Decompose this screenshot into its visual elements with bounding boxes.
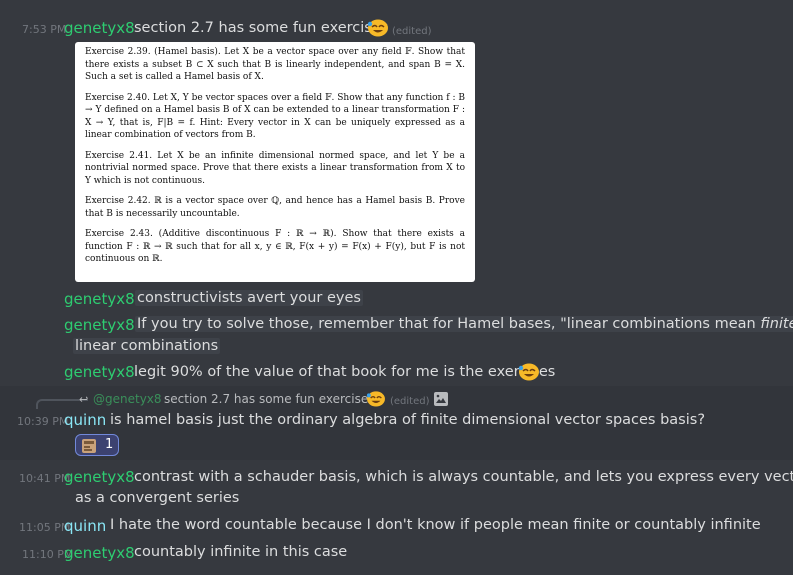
exercise-2-39: Exercise 2.39. (Hamel basis). Let X be a… xyxy=(85,47,465,82)
timestamp: 10:41 PM xyxy=(19,472,71,485)
image-icon xyxy=(433,391,449,411)
laughing-emoji-icon xyxy=(367,18,389,37)
message-text: constructivists avert your eyes xyxy=(135,290,363,306)
author-name[interactable]: genetyx8 xyxy=(64,363,135,381)
laughing-emoji-icon xyxy=(518,362,540,381)
exercise-2-43: Exercise 2.43. (Additive discontinuous F… xyxy=(85,229,465,264)
exercise-image-attachment[interactable]: Exercise 2.39. (Hamel basis). Let X be a… xyxy=(75,42,475,282)
author-name[interactable]: genetyx8 xyxy=(64,316,135,334)
timestamp: 10:39 PM xyxy=(17,415,69,428)
exercise-2-42: Exercise 2.42. ℝ is a vector space over … xyxy=(85,196,465,219)
reaction-button[interactable]: 1 xyxy=(75,434,119,456)
author-name[interactable]: genetyx8 xyxy=(64,468,135,486)
timestamp: 11:05 PM xyxy=(19,521,71,534)
edited-label: (edited) xyxy=(392,26,432,37)
exercise-2-41: Exercise 2.41. Let X be an infinite dime… xyxy=(85,150,465,186)
message-text: is hamel basis just the ordinary algebra… xyxy=(110,412,706,428)
message-text: I hate the word countable because I don'… xyxy=(110,517,761,533)
author-name[interactable]: quinn xyxy=(64,411,106,429)
reaction-count: 1 xyxy=(105,437,114,452)
reply-text[interactable]: section 2.7 has some fun exercises xyxy=(164,392,374,406)
message-text-line1: contrast with a schauder basis, which is… xyxy=(134,469,793,485)
message-text: countably infinite in this case xyxy=(134,544,348,560)
timestamp: 7:53 PM xyxy=(22,23,67,36)
author-name[interactable]: genetyx8 xyxy=(64,544,135,562)
reaction-emoji-icon xyxy=(82,438,96,457)
exercise-2-40: Exercise 2.40. Let X, Y be vector spaces… xyxy=(85,92,465,141)
author-name[interactable]: quinn xyxy=(64,517,106,535)
reply-edited-label: (edited) xyxy=(390,396,430,407)
author-name[interactable]: genetyx8 xyxy=(64,290,135,308)
message-text-line1: If you try to solve those, remember that… xyxy=(135,316,793,332)
message-text-line2: as a convergent series xyxy=(75,490,240,506)
message-text: legit 90% of the value of that book for … xyxy=(134,364,556,380)
laughing-emoji-icon xyxy=(366,390,386,411)
reply-arrow-icon: ↩ xyxy=(79,393,89,406)
message-text: section 2.7 has some fun exercises xyxy=(134,20,389,36)
reply-author[interactable]: @genetyx8 xyxy=(93,392,162,406)
message-text-line2: linear combinations xyxy=(73,338,221,354)
author-name[interactable]: genetyx8 xyxy=(64,19,135,37)
